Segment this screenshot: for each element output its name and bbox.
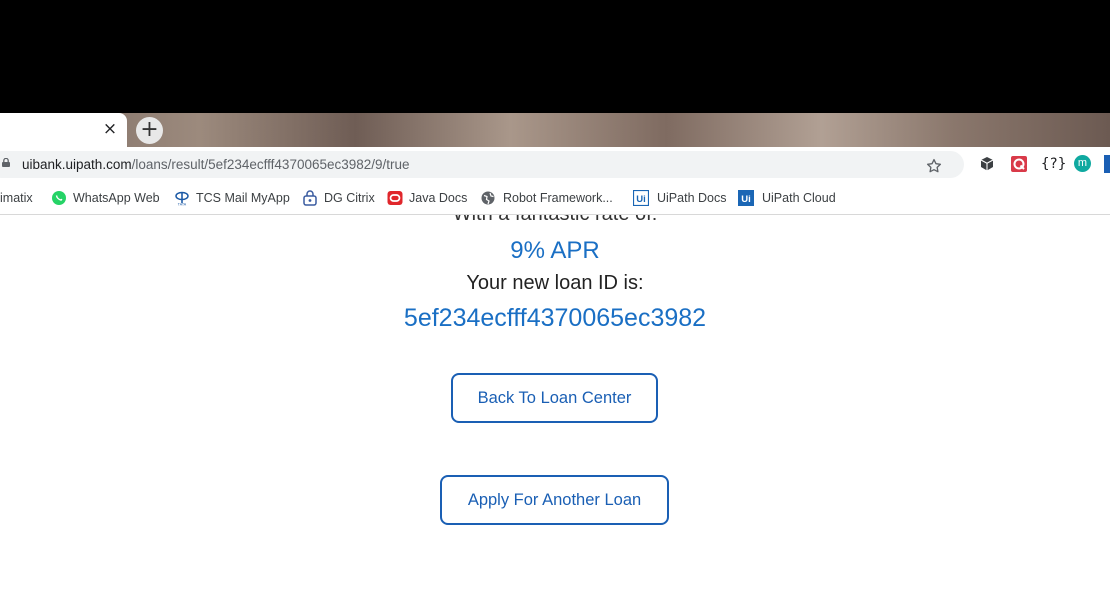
url-host: uibank.uipath.com (22, 157, 132, 172)
whatsapp-icon (52, 191, 66, 205)
bookmark-label: Java Docs (409, 191, 468, 205)
lock-icon[interactable] (2, 158, 10, 167)
bookmark-label: imatix (0, 191, 33, 205)
bookmark-label: UiPath Cloud (762, 191, 836, 205)
bookmark-label: Robot Framework... (503, 191, 613, 205)
url-path: /loans/result/5ef234ecfff4370065ec3982/9… (131, 157, 410, 172)
new-tab-button[interactable]: + (136, 117, 163, 144)
back-to-loan-center-button[interactable]: Back To Loan Center (451, 373, 658, 423)
lock-bag-icon (303, 190, 317, 206)
tab-strip: × + (0, 113, 1110, 147)
bookmark-label: UiPath Docs (657, 191, 727, 205)
bookmark-star-icon[interactable] (925, 157, 943, 175)
profile-m-icon[interactable]: m (1074, 155, 1091, 172)
loan-id-label: Your new loan ID is: (466, 272, 644, 294)
apr-rate: 9% APR (510, 237, 600, 264)
apply-another-loan-button[interactable]: Apply For Another Loan (440, 475, 669, 525)
loan-id-value: 5ef234ecfff4370065ec3982 (403, 304, 707, 332)
bookmark-label: DG Citrix (324, 191, 375, 205)
blue-extension-icon[interactable] (1104, 155, 1110, 173)
address-bar[interactable]: uibank.uipath.com/loans/result/5ef234ecf… (0, 151, 964, 178)
rate-intro-text: With a fantastic rate of: (0, 215, 1110, 226)
close-tab-icon[interactable]: × (102, 121, 118, 138)
uipath-icon: Ui (738, 190, 754, 206)
bookmark-label: WhatsApp Web (73, 191, 160, 205)
cube-extension-icon[interactable] (978, 155, 996, 173)
tata-icon: TATA (175, 191, 189, 207)
loan-result-page: With a fantastic rate of: 9% APR Your ne… (0, 215, 1110, 593)
svg-text:Ui: Ui (636, 194, 646, 205)
url-text[interactable]: uibank.uipath.com/loans/result/5ef234ecf… (22, 156, 410, 173)
browser-toolbar: uibank.uipath.com/loans/result/5ef234ecf… (0, 147, 1110, 182)
recording-extension-icon[interactable] (1010, 155, 1028, 173)
active-tab[interactable]: × (0, 113, 127, 147)
oracle-icon (387, 191, 403, 205)
svg-text:Ui: Ui (741, 194, 751, 205)
bookmarks-bar: imatix WhatsApp Web TATA TCS Mail MyApp … (0, 182, 1110, 215)
uipath-icon: Ui (633, 190, 649, 206)
svg-text:TATA: TATA (178, 203, 187, 207)
bookmark-label: TCS Mail MyApp (196, 191, 290, 205)
json-extension-icon[interactable]: {?} (1041, 155, 1066, 173)
globe-icon (481, 191, 495, 205)
